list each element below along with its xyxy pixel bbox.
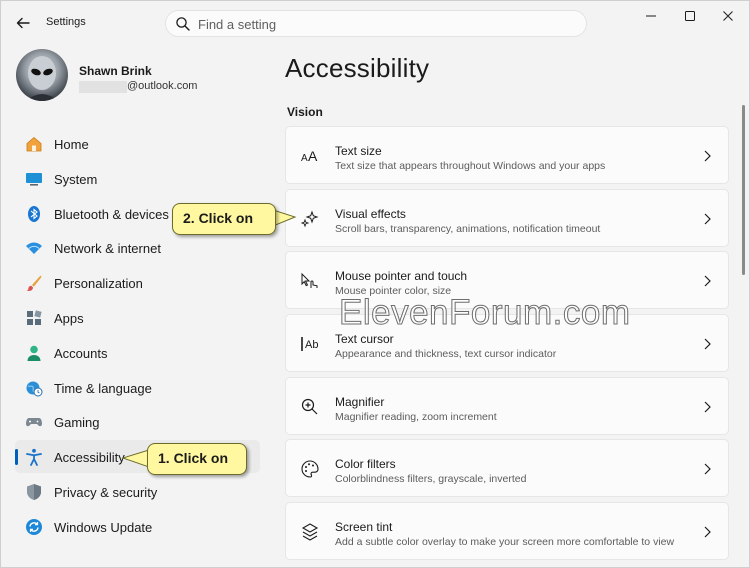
wifi-icon (25, 239, 43, 257)
chevron-right-icon (702, 212, 712, 226)
maximize-icon[interactable] (675, 6, 705, 26)
card-screen-tint[interactable]: Screen tint Add a subtle color overlay t… (285, 502, 729, 561)
callout-tail-2 (273, 209, 297, 227)
shield-icon (25, 483, 43, 501)
text-cursor-icon: Ab (300, 334, 320, 354)
apps-icon (25, 309, 43, 327)
sidebar-item-time-language[interactable]: Time & language (15, 371, 260, 404)
avatar[interactable] (16, 49, 68, 101)
accessibility-icon (25, 448, 43, 467)
sidebar-item-label: Accessibility (54, 450, 125, 466)
palette-icon (300, 459, 320, 479)
sidebar-item-home[interactable]: Home (15, 127, 260, 160)
sidebar-item-system[interactable]: System (15, 162, 260, 195)
monitor-icon (25, 170, 43, 188)
sidebar-item-label: Time & language (54, 380, 152, 396)
sidebar-item-apps[interactable]: Apps (15, 301, 260, 334)
selected-indicator (15, 449, 18, 466)
chevron-right-icon (702, 400, 712, 414)
sidebar-item-privacy-security[interactable]: Privacy & security (15, 475, 260, 508)
text-size-icon: AA (300, 146, 320, 166)
watermark: ElevenForum.com (338, 293, 631, 333)
home-icon (25, 135, 43, 153)
sidebar-item-label: Apps (54, 310, 84, 326)
update-icon (25, 518, 43, 536)
search-input[interactable] (198, 15, 568, 33)
card-description: Scroll bars, transparency, animations, n… (335, 222, 601, 235)
sidebar-item-network[interactable]: Network & internet (15, 231, 260, 264)
card-description: Magnifier reading, zoom increment (335, 410, 497, 423)
card-color-filters[interactable]: Color filters Colorblindness filters, gr… (285, 439, 729, 498)
section-title: Vision (287, 105, 323, 119)
magnifier-icon (300, 397, 320, 417)
brush-icon (25, 274, 43, 292)
sparkle-icon (300, 209, 320, 229)
card-title: Text cursor (335, 332, 394, 347)
search-box[interactable] (165, 10, 587, 37)
scrollbar-thumb[interactable] (742, 105, 745, 275)
card-description: Colorblindness filters, grayscale, inver… (335, 473, 527, 486)
close-icon[interactable] (713, 6, 743, 26)
person-icon (25, 344, 43, 362)
back-arrow-icon[interactable] (13, 13, 33, 33)
sidebar-nav: Home System Bluetooth & devices Network … (15, 127, 260, 545)
screen-tint-icon (300, 522, 320, 542)
globe-clock-icon (25, 379, 43, 397)
callout-tail-1 (121, 449, 149, 468)
page-title: Accessibility (285, 53, 430, 83)
settings-card-list: AA Text size Text size that appears thro… (285, 126, 729, 565)
pointer-touch-icon (300, 271, 320, 291)
card-title: Color filters (335, 457, 396, 472)
card-title: Magnifier (335, 394, 385, 409)
user-email: @outlook.com (127, 80, 198, 92)
chevron-right-icon (702, 525, 712, 539)
sidebar-item-label: Privacy & security (54, 484, 158, 500)
sidebar-item-label: Accounts (54, 345, 108, 361)
chevron-right-icon (702, 149, 712, 163)
card-title: Text size (335, 144, 382, 158)
svg-text:Ab: Ab (305, 339, 318, 351)
title-bar: Settings (1, 1, 749, 45)
sidebar-item-label: System (54, 171, 98, 187)
settings-window: Settings Shawn Brink @outlook.com (0, 0, 750, 568)
sidebar-item-label: Personalization (54, 276, 143, 292)
app-title: Settings (46, 16, 86, 28)
search-icon (175, 16, 191, 32)
card-title: Screen tint (335, 520, 393, 535)
bluetooth-icon (25, 205, 43, 223)
card-visual-effects[interactable]: Visual effects Scroll bars, transparency… (285, 188, 729, 247)
user-name: Shawn Brink (79, 64, 152, 78)
sidebar-item-label: Gaming (54, 415, 100, 431)
sidebar-item-gaming[interactable]: Gaming (15, 405, 260, 438)
minimize-icon[interactable] (636, 6, 666, 26)
chevron-right-icon (702, 462, 712, 476)
card-title: Visual effects (335, 206, 406, 221)
callout-step-2: 2. Click on (172, 203, 276, 235)
card-description: Add a subtle color overlay to make your … (335, 536, 675, 549)
gamepad-icon (25, 413, 43, 431)
svg-text:A: A (301, 153, 308, 164)
sidebar-item-personalization[interactable]: Personalization (15, 266, 260, 299)
card-text-size[interactable]: AA Text size Text size that appears thro… (285, 126, 729, 184)
sidebar-item-accounts[interactable]: Accounts (15, 336, 260, 369)
sidebar-item-windows-update[interactable]: Windows Update (15, 510, 260, 543)
card-magnifier[interactable]: Magnifier Magnifier reading, zoom increm… (285, 376, 729, 435)
chevron-right-icon (702, 337, 712, 351)
sidebar-item-label: Network & internet (54, 241, 161, 257)
card-title: Mouse pointer and touch (335, 269, 468, 284)
svg-text:A: A (308, 148, 318, 164)
sidebar-item-label: Bluetooth & devices (54, 206, 169, 222)
card-description: Text size that appears throughout Window… (335, 160, 606, 172)
card-description: Appearance and thickness, text cursor in… (335, 348, 557, 361)
chevron-right-icon (702, 274, 712, 288)
email-redaction (79, 81, 127, 93)
sidebar-item-label: Windows Update (54, 519, 153, 535)
callout-step-1: 1. Click on (147, 443, 247, 475)
sidebar-item-label: Home (54, 137, 89, 152)
